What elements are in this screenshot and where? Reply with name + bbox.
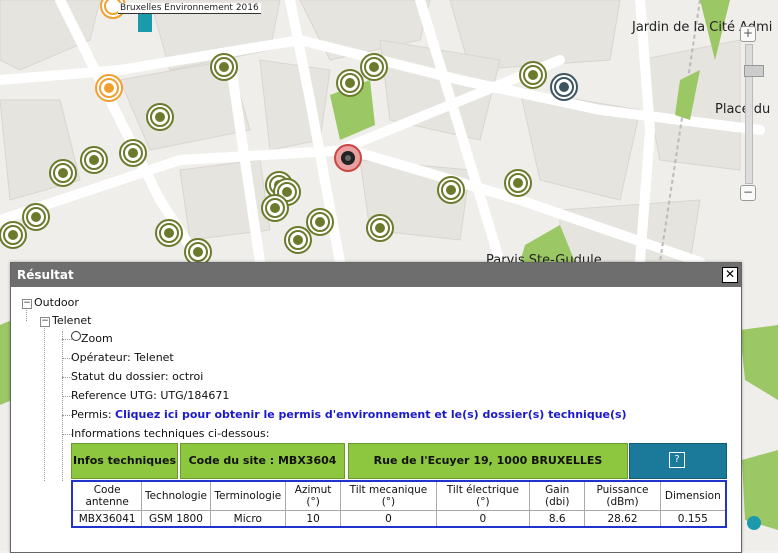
dark-marker — [550, 73, 578, 101]
address-cell: Rue de l'Ecuyer 19, 1000 BRUXELLES — [348, 443, 628, 479]
tree-node-telenet[interactable]: Telenet — [52, 314, 92, 327]
table-header-row: Code antenne Technologie Terminologie Az… — [71, 480, 727, 511]
selected-antenna-marker — [334, 144, 362, 172]
table-cell: MBX36041 — [71, 510, 143, 528]
table-row: MBX36041 GSM 1800 Micro 10 0 0 8.6 28.62… — [71, 510, 727, 528]
column-header: Gain (dbi) — [529, 480, 586, 511]
site-code-cell: Code du site : MBX3604 — [180, 443, 345, 479]
panel-body: − Outdoor − Telenet Zoom Opérateur: Tele… — [11, 287, 741, 552]
table-cell: GSM 1800 — [141, 510, 211, 528]
column-header: Code antenne — [71, 480, 143, 511]
column-header: Puissance (dBm) — [584, 480, 661, 511]
tree-line — [62, 331, 63, 481]
teal-marker[interactable] — [747, 516, 761, 530]
info-bar: Infos techniques Code du site : MBX3604 … — [71, 443, 727, 479]
tree-node-reference: Reference UTG: UTG/184671 — [71, 389, 230, 402]
table-cell: 0 — [340, 510, 437, 528]
tree-node-zoom[interactable]: Zoom — [71, 331, 113, 345]
table-cell: Micro — [209, 510, 286, 528]
technical-table: Code antenne Technologie Terminologie Az… — [71, 480, 727, 528]
zoom-out-button[interactable]: − — [740, 185, 756, 201]
permis-link[interactable]: Cliquez ici pour obtenir le permis d'env… — [115, 408, 627, 421]
zoom-link-label: Zoom — [81, 332, 113, 345]
table-cell: 0 — [435, 510, 531, 528]
info-techniques-cell: Infos techniques — [71, 443, 178, 479]
table-cell: 8.6 — [529, 510, 586, 528]
zoom-control: + − — [740, 20, 764, 210]
column-header: Azimut (°) — [284, 480, 342, 511]
table-cell: 28.62 — [584, 510, 661, 528]
column-header: Dimension — [659, 480, 727, 511]
result-panel: Résultat ✕ − Outdoor − Telenet Zoom Opér… — [10, 262, 742, 553]
permis-label: Permis: — [71, 408, 116, 421]
tree-node-operateur: Opérateur: Telenet — [71, 351, 174, 364]
collapse-icon[interactable]: − — [40, 317, 50, 327]
column-header: Terminologie — [209, 480, 286, 511]
tree-line — [44, 321, 45, 481]
tree-node-permis: Permis: Cliquez ici pour obtenir le perm… — [71, 408, 627, 421]
tree-node-informations: Informations techniques ci-dessous: — [71, 427, 270, 440]
help-cell: ? — [629, 443, 727, 479]
tree-node-outdoor[interactable]: Outdoor — [34, 296, 79, 309]
help-icon[interactable]: ? — [669, 452, 685, 468]
column-header: Technologie — [141, 480, 211, 511]
collapse-icon[interactable]: − — [22, 299, 32, 309]
column-header: Tilt mecanique (°) — [340, 480, 437, 511]
magnifier-icon — [71, 331, 81, 341]
close-button[interactable]: ✕ — [722, 267, 738, 283]
zoom-in-button[interactable]: + — [740, 26, 756, 42]
panel-title: Résultat — [17, 268, 74, 282]
zoom-slider-knob[interactable] — [744, 65, 764, 77]
column-header: Tilt électrique (°) — [435, 480, 531, 511]
tree-node-statut: Statut du dossier: octroi — [71, 370, 204, 383]
table-cell: 10 — [284, 510, 342, 528]
table-cell: 0.155 — [659, 510, 727, 528]
zoom-slider-track[interactable] — [744, 44, 764, 184]
map-attribution: Bruxelles Environnement 2016 — [118, 3, 261, 14]
panel-titlebar: Résultat ✕ — [11, 263, 741, 287]
